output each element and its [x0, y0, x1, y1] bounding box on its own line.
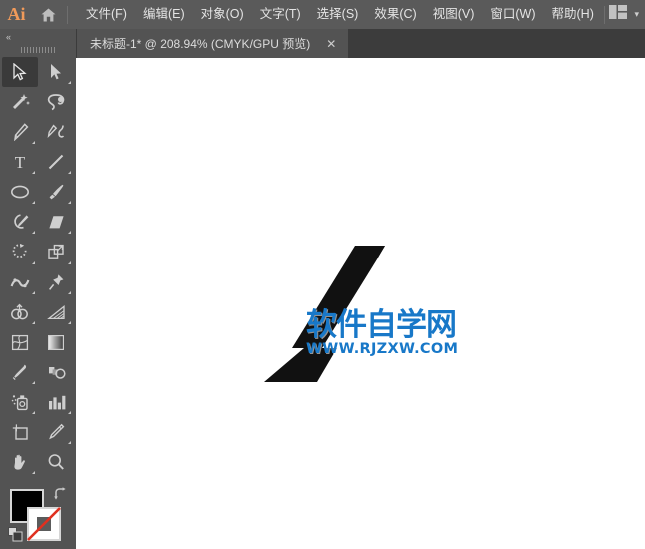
watermark: 软件自学网 WWW.RJZXW.COM	[306, 310, 466, 357]
eraser-tool[interactable]	[38, 207, 74, 237]
hand-tool[interactable]	[2, 447, 38, 477]
menu-divider	[67, 5, 68, 24]
collapse-panel-icon[interactable]: «	[0, 29, 76, 44]
color-controls	[0, 485, 76, 549]
direct-selection-tool[interactable]	[38, 57, 74, 87]
curvature-tool[interactable]	[38, 117, 74, 147]
menu-item-file[interactable]: 文件(F)	[78, 0, 135, 29]
shaper-tool[interactable]	[2, 207, 38, 237]
svg-text:T: T	[15, 153, 26, 171]
symbol-sprayer-tool[interactable]	[2, 387, 38, 417]
menu-item-list: 文件(F) 编辑(E) 对象(O) 文字(T) 选择(S) 效果(C) 视图(V…	[78, 0, 602, 29]
type-tool[interactable]: T	[2, 147, 38, 177]
free-transform-tool[interactable]	[38, 267, 74, 297]
lasso-tool[interactable]	[38, 87, 74, 117]
document-canvas[interactable]: 软件自学网 WWW.RJZXW.COM	[76, 58, 645, 549]
document-tab-label: 未标题-1* @ 208.94% (CMYK/GPU 预览)	[90, 37, 311, 51]
document-tab-bar: 未标题-1* @ 208.94% (CMYK/GPU 预览) ✕	[76, 29, 645, 58]
swap-fill-stroke-icon[interactable]	[53, 487, 67, 505]
pen-tool[interactable]	[2, 117, 38, 147]
none-slash-icon	[27, 507, 61, 541]
column-graph-tool[interactable]	[38, 387, 74, 417]
workspace-switcher[interactable]: ▾	[600, 0, 639, 29]
menu-item-effect[interactable]: 效果(C)	[366, 0, 424, 29]
tools-panel: « T	[0, 29, 77, 549]
watermark-url-text: WWW.RJZXW.COM	[306, 341, 459, 357]
width-tool[interactable]	[2, 267, 38, 297]
menu-item-help[interactable]: 帮助(H)	[544, 0, 602, 29]
menu-item-edit[interactable]: 编辑(E)	[135, 0, 193, 29]
slice-tool[interactable]	[38, 417, 74, 447]
rotate-tool[interactable]	[2, 237, 38, 267]
blend-tool[interactable]	[38, 357, 74, 387]
paintbrush-tool[interactable]	[38, 177, 74, 207]
shape-builder-tool[interactable]	[2, 297, 38, 327]
perspective-grid-tool[interactable]	[38, 297, 74, 327]
chevron-down-icon[interactable]: ▾	[634, 9, 639, 20]
eyedropper-tool[interactable]	[2, 357, 38, 387]
mesh-tool[interactable]	[2, 327, 38, 357]
drag-grip-icon[interactable]	[0, 44, 76, 55]
app-logo: Ai	[7, 4, 26, 24]
document-tab[interactable]: 未标题-1* @ 208.94% (CMYK/GPU 预览) ✕	[76, 29, 348, 58]
menu-item-window[interactable]: 窗口(W)	[482, 0, 543, 29]
menu-bar: Ai 文件(F) 编辑(E) 对象(O) 文字(T) 选择(S) 效果(C) 视…	[0, 0, 645, 29]
line-segment-tool[interactable]	[38, 147, 74, 177]
menu-item-object[interactable]: 对象(O)	[193, 0, 252, 29]
home-icon[interactable]	[33, 0, 63, 29]
menu-item-view[interactable]: 视图(V)	[425, 0, 483, 29]
scale-tool[interactable]	[38, 237, 74, 267]
watermark-chinese-text: 软件自学网	[306, 307, 457, 343]
ellipse-tool[interactable]	[2, 177, 38, 207]
menu-item-type[interactable]: 文字(T)	[252, 0, 309, 29]
workspace-switcher-icon[interactable]	[609, 5, 628, 24]
artboard-tool[interactable]	[2, 417, 38, 447]
tool-grid: T	[0, 57, 76, 477]
magic-wand-tool[interactable]	[2, 87, 38, 117]
gradient-tool[interactable]	[38, 327, 74, 357]
zoom-tool[interactable]	[38, 447, 74, 477]
stroke-swatch[interactable]	[27, 507, 61, 541]
illustrator-window: Ai 文件(F) 编辑(E) 对象(O) 文字(T) 选择(S) 效果(C) 视…	[0, 0, 645, 549]
close-icon[interactable]: ✕	[326, 38, 336, 50]
selection-tool[interactable]	[2, 57, 38, 87]
workspace-divider	[604, 5, 606, 24]
menu-item-select[interactable]: 选择(S)	[309, 0, 367, 29]
default-fill-stroke-icon[interactable]	[8, 527, 23, 547]
